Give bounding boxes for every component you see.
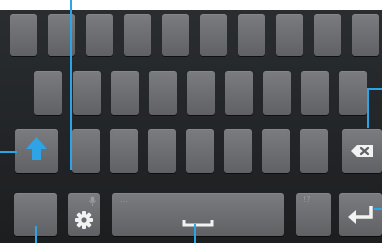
key-row3-2[interactable] [110,129,138,173]
punctuation-key[interactable]: !? [296,193,331,236]
key-row2-6[interactable] [225,71,253,115]
callout-line-settings [70,0,72,170]
key-row1-6[interactable] [200,14,227,56]
key-row1-8[interactable] [276,14,303,56]
microphone-icon [88,196,97,206]
key-row2-9[interactable] [339,71,367,115]
key-row1-10[interactable] [352,14,379,56]
space-key[interactable]: … [112,193,284,236]
key-row3-1[interactable] [72,129,100,173]
key-row2-5[interactable] [187,71,215,115]
key-row2-4[interactable] [149,71,177,115]
callout-line-enter [374,208,382,210]
callout-line-delete-horizontal [367,88,382,90]
callout-line-symbols [35,226,37,243]
key-row1-7[interactable] [238,14,265,56]
key-row3-5[interactable] [224,129,252,173]
key-row1-4[interactable] [124,14,151,56]
key-row3-7[interactable] [300,129,328,173]
key-row2-7[interactable] [263,71,291,115]
backspace-icon [351,145,373,157]
symbols-hint: !? [303,195,311,204]
key-row2-1[interactable] [34,71,62,115]
keyboard-screenshot: … !? [0,0,382,243]
shift-key[interactable] [15,129,58,173]
key-row1-5[interactable] [162,14,189,56]
key-row2-3[interactable] [111,71,139,115]
key-row1-3[interactable] [86,14,113,56]
space-bracket-icon [182,220,214,227]
callout-line-delete-vertical [367,88,369,128]
onscreen-keyboard: … !? [0,10,382,243]
key-row1-9[interactable] [314,14,341,56]
delete-key[interactable] [342,129,382,173]
enter-arrow-icon [348,206,373,224]
key-row3-4[interactable] [186,129,214,173]
key-row1-1[interactable] [10,14,37,56]
key-row3-3[interactable] [148,129,176,173]
key-row3-6[interactable] [262,129,290,173]
key-row2-8[interactable] [301,71,329,115]
enter-key[interactable] [339,193,382,236]
key-row2-2[interactable] [73,71,101,115]
settings-key[interactable] [68,193,100,236]
shift-arrow-icon [26,137,47,160]
callout-line-shift [0,151,17,153]
callout-line-space [194,224,196,243]
